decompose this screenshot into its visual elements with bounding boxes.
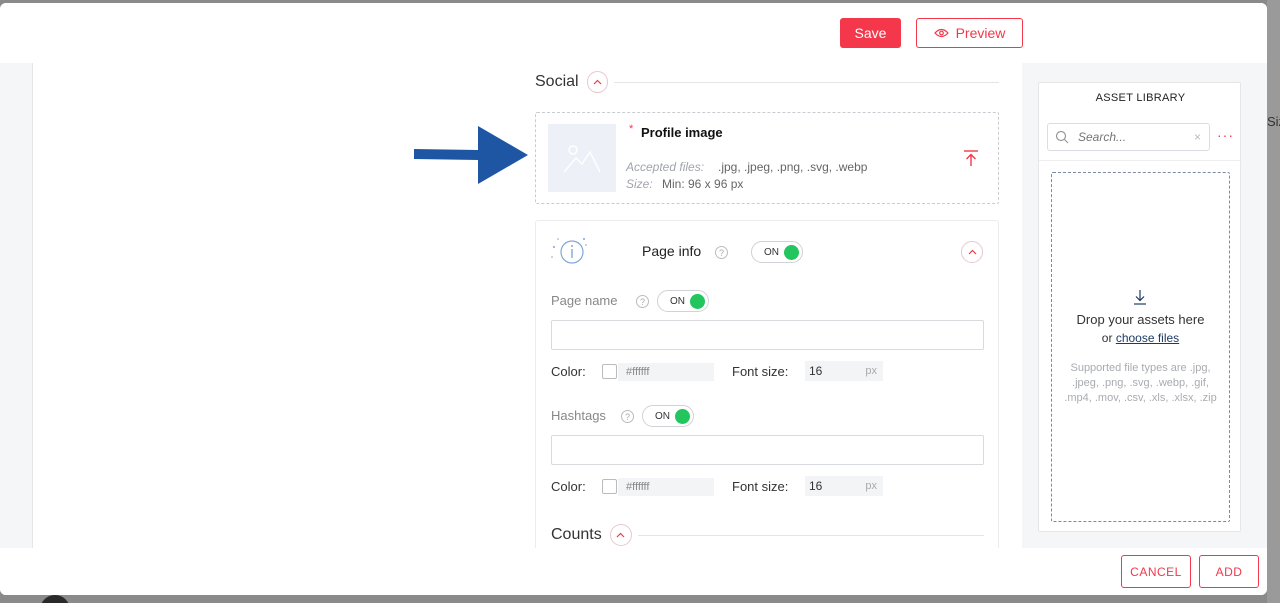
- cancel-button[interactable]: CANCEL: [1121, 555, 1191, 588]
- help-icon[interactable]: ?: [715, 246, 728, 259]
- section-divider: [614, 81, 999, 83]
- counts-section-title: Counts: [551, 526, 602, 543]
- page-name-label: Page name: [551, 293, 618, 308]
- color-value[interactable]: #ffffff: [618, 478, 714, 496]
- section-divider: [637, 534, 984, 536]
- choose-files-link[interactable]: choose files: [1116, 331, 1179, 345]
- dropzone-or-line: or choose files: [1052, 331, 1229, 345]
- page-info-title: Page info: [642, 243, 702, 259]
- color-value[interactable]: #ffffff: [618, 363, 714, 381]
- page-name-toggle[interactable]: ON: [657, 290, 709, 312]
- asset-dropzone[interactable]: Drop your assets here or choose files Su…: [1051, 172, 1230, 522]
- dropzone-title: Drop your assets here: [1076, 312, 1205, 327]
- toggle-label: ON: [655, 410, 670, 422]
- chevron-up-icon: [968, 249, 976, 255]
- more-options-icon[interactable]: ···: [1217, 127, 1234, 143]
- divider: [1039, 160, 1242, 161]
- toggle-knob: [690, 294, 705, 309]
- preview-label: Preview: [955, 25, 1006, 41]
- help-icon[interactable]: ?: [621, 410, 634, 423]
- color-label: Color:: [551, 479, 586, 494]
- modal-toolbar: Save Preview: [0, 3, 1267, 63]
- editor-content: Social * Profile image Accepted files: .…: [0, 63, 1267, 548]
- backdrop-avatar: [40, 595, 70, 603]
- asset-library-panel: ASSET LIBRARY × ··· Drop your assets her…: [1038, 82, 1242, 532]
- page-name-input[interactable]: [551, 320, 984, 350]
- counts-section-header: Counts: [551, 524, 984, 546]
- asset-search[interactable]: ×: [1047, 123, 1210, 151]
- profile-image-upload[interactable]: * Profile image Accepted files: .jpg, .j…: [535, 112, 999, 204]
- search-input[interactable]: [1078, 130, 1188, 144]
- info-icon: [550, 235, 588, 267]
- toggle-label: ON: [764, 246, 779, 258]
- color-swatch[interactable]: [602, 479, 617, 494]
- accepted-files-value: .jpg, .jpeg, .png, .svg, .webp: [718, 160, 868, 174]
- required-mark: *: [629, 123, 634, 135]
- asset-library-title: ASSET LIBRARY: [1095, 92, 1186, 104]
- accepted-files-label: Accepted files:: [626, 160, 705, 174]
- hashtags-label: Hashtags: [551, 408, 606, 423]
- toggle-label: ON: [670, 295, 685, 307]
- size-label: Size:: [626, 177, 653, 191]
- color-swatch[interactable]: [602, 364, 617, 379]
- font-size-value: 16: [809, 479, 823, 493]
- preview-button[interactable]: Preview: [916, 18, 1023, 48]
- font-size-unit: px: [865, 480, 877, 492]
- hashtags-toggle[interactable]: ON: [642, 405, 694, 427]
- supported-file-types: Supported file types are .jpg, .jpeg, .p…: [1064, 362, 1217, 404]
- social-section-header: Social: [535, 71, 999, 93]
- or-text: or: [1101, 331, 1113, 345]
- size-value: Min: 96 x 96 px: [662, 177, 744, 191]
- upload-icon[interactable]: [961, 148, 981, 168]
- modal-footer: CANCEL ADD: [0, 548, 1267, 595]
- toggle-knob: [784, 245, 799, 260]
- toggle-knob: [675, 409, 690, 424]
- eye-icon: [933, 25, 949, 41]
- social-collapse-button[interactable]: [586, 71, 609, 93]
- font-size-input[interactable]: 16 px: [805, 476, 883, 496]
- clear-icon[interactable]: ×: [1194, 130, 1201, 144]
- font-size-label: Font size:: [732, 364, 789, 379]
- backdrop-text: Siz: [1267, 114, 1280, 129]
- chevron-up-icon: [593, 79, 602, 85]
- editor-modal: Save Preview Social * Profile image Acce…: [0, 3, 1267, 595]
- font-size-label: Font size:: [732, 479, 789, 494]
- chevron-up-icon: [616, 532, 625, 538]
- download-icon: [1132, 289, 1148, 310]
- image-placeholder-icon: [548, 124, 616, 192]
- hashtags-input[interactable]: [551, 435, 984, 465]
- help-icon[interactable]: ?: [636, 295, 649, 308]
- page-info-toggle[interactable]: ON: [751, 241, 803, 263]
- search-icon: [1055, 130, 1069, 149]
- font-size-unit: px: [865, 365, 877, 377]
- counts-collapse-button[interactable]: [609, 524, 632, 546]
- settings-panel: Social * Profile image Accepted files: .…: [522, 63, 1022, 548]
- save-button[interactable]: Save: [840, 18, 901, 48]
- backdrop-right: Siz: [1267, 0, 1280, 603]
- font-size-value: 16: [809, 364, 823, 378]
- color-label: Color:: [551, 364, 586, 379]
- add-button[interactable]: ADD: [1199, 555, 1259, 588]
- social-section-title: Social: [535, 73, 579, 90]
- font-size-input[interactable]: 16 px: [805, 361, 883, 381]
- page-info-collapse-button[interactable]: [961, 241, 983, 263]
- annotation-arrow-icon: [410, 122, 532, 193]
- page-info-card: Page info ? ON Page name ? ON Color: #ff…: [535, 220, 999, 548]
- profile-image-label: Profile image: [641, 125, 723, 140]
